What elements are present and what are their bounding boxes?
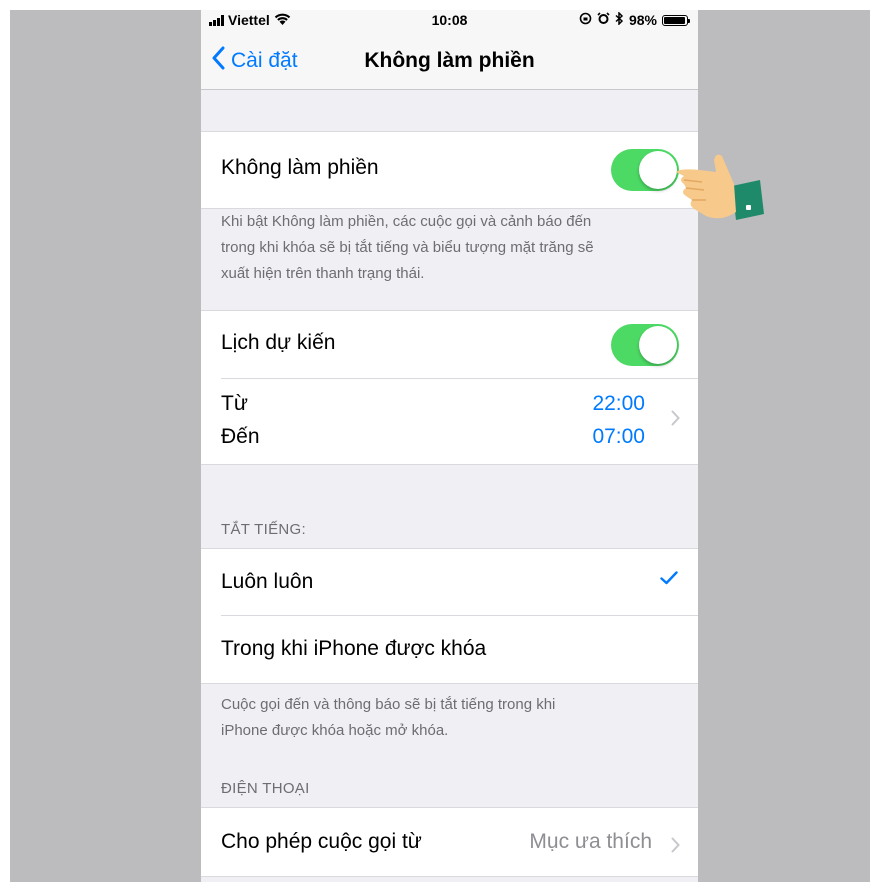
dnd-label: Không làm phiền (221, 156, 379, 179)
silence-footer: Cuộc gọi đến và thông báo sẽ bị tắt tiến… (221, 692, 681, 744)
allow-calls-value: Mục ưa thích (529, 830, 652, 853)
chevron-right-icon (671, 406, 680, 432)
back-button-label: Cài đặt (231, 48, 298, 72)
bluetooth-icon (615, 11, 624, 28)
orientation-lock-icon (579, 12, 592, 28)
from-label: Từ (221, 392, 248, 415)
dnd-footer: Khi bật Không làm phiền, các cuộc gọi và… (221, 209, 681, 287)
schedule-label: Lịch dự kiến (221, 331, 336, 354)
schedule-time-cell[interactable]: Từ Đến 22:00 07:00 (201, 379, 698, 464)
checkmark-icon (660, 571, 678, 590)
silence-option-locked[interactable]: Trong khi iPhone được khóa (201, 616, 698, 683)
from-value: 22:00 (592, 392, 645, 415)
pointing-hand-icon (676, 154, 764, 220)
alarm-icon (597, 12, 610, 28)
schedule-cell: Lịch dự kiến (201, 311, 698, 379)
silence-group: Luôn luôn Trong khi iPhone được khóa (201, 549, 698, 683)
status-right: 98% (579, 11, 690, 28)
dnd-footer-line: xuất hiện trên thanh trạng thái. (221, 265, 425, 282)
silence-option-always[interactable]: Luôn luôn (201, 549, 698, 615)
phone-screen: Viettel 10:08 98% Cài đặt Không làm phiề… (201, 10, 698, 882)
divider (201, 683, 698, 684)
dnd-footer-line: Khi bật Không làm phiền, các cuộc gọi và… (221, 213, 592, 230)
phone-header: ĐIỆN THOẠI (221, 780, 310, 797)
option-label: Trong khi iPhone được khóa (221, 637, 487, 660)
divider (201, 464, 698, 465)
option-label: Luôn luôn (221, 570, 314, 593)
schedule-group: Lịch dự kiến Từ Đến 22:00 07:00 (201, 311, 698, 464)
divider (201, 876, 698, 877)
silence-header: TẮT TIẾNG: (221, 521, 306, 538)
dnd-footer-line: trong khi khóa sẽ bị tắt tiếng và biểu t… (221, 239, 594, 256)
battery-percent: 98% (628, 12, 657, 28)
status-bar: Viettel 10:08 98% (201, 10, 698, 32)
allow-calls-label: Cho phép cuộc gọi từ (221, 830, 422, 853)
allow-calls-cell[interactable]: Cho phép cuộc gọi từ Mục ưa thích (201, 808, 698, 876)
navigation-bar: Cài đặt Không làm phiền (201, 32, 698, 90)
schedule-toggle[interactable] (611, 324, 679, 366)
chevron-right-icon (671, 833, 680, 859)
dnd-toggle[interactable] (611, 149, 679, 191)
back-button[interactable]: Cài đặt (211, 32, 298, 89)
to-value: 07:00 (592, 425, 645, 448)
to-label: Đến (221, 425, 260, 448)
chevron-left-icon (211, 46, 225, 76)
dnd-cell: Không làm phiền (201, 132, 698, 208)
silence-footer-line: Cuộc gọi đến và thông báo sẽ bị tắt tiến… (221, 696, 556, 713)
silence-footer-line: iPhone được khóa hoặc mở khóa. (221, 722, 449, 739)
battery-icon (662, 14, 690, 26)
